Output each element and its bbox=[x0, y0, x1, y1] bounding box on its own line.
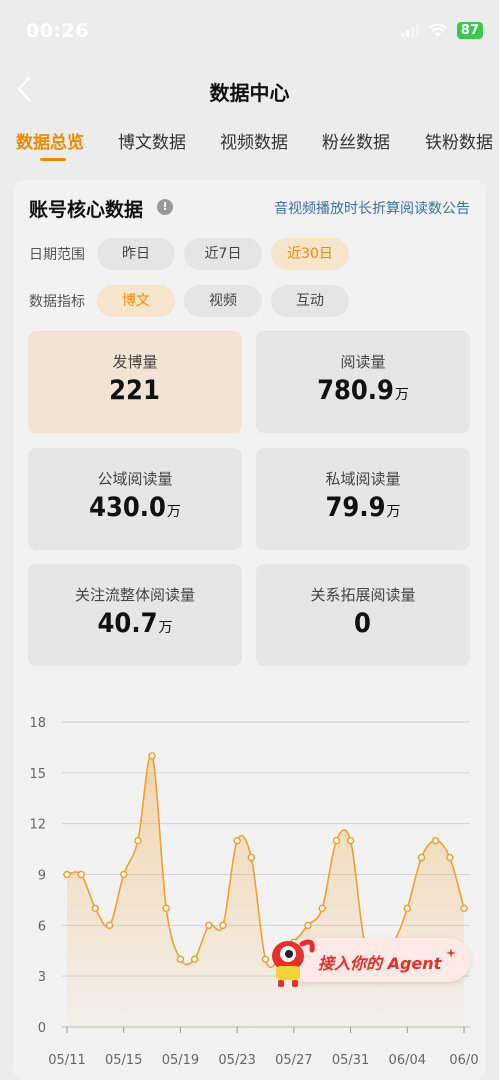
data-point bbox=[91, 904, 100, 913]
active-tab-indicator bbox=[40, 158, 66, 161]
x-tick-label: 05/27 bbox=[275, 1053, 312, 1068]
data-point bbox=[219, 921, 227, 930]
date-option-7days[interactable]: 近7日 bbox=[184, 238, 262, 270]
data-point bbox=[176, 955, 185, 963]
status-time: 00:26 bbox=[26, 20, 89, 42]
date-option-30days[interactable]: 近30日 bbox=[271, 238, 349, 270]
metric-value: 430.0万 bbox=[89, 492, 181, 523]
tab-fans-data[interactable]: 粉丝数据 bbox=[322, 128, 390, 153]
reads-trend-chart: 0 3 6 9 12 15 18 05/11 05/15 05/19 05/23 05/27 05/31… bbox=[29, 716, 478, 1068]
data-point bbox=[190, 955, 199, 963]
info-icon[interactable]: ! bbox=[157, 199, 173, 215]
metric-private-reads[interactable]: 私域阅读量 79.9万 bbox=[256, 448, 470, 550]
navigation-bar: 数据中心 bbox=[0, 64, 499, 116]
date-option-yesterday[interactable]: 昨日 bbox=[97, 238, 175, 270]
metric-public-reads[interactable]: 公域阅读量 430.0万 bbox=[28, 448, 242, 550]
y-tick-label: 18 bbox=[29, 716, 46, 731]
tab-iron-fans-data[interactable]: 铁粉数据 bbox=[425, 128, 493, 153]
data-point bbox=[162, 904, 170, 913]
data-point bbox=[417, 853, 426, 862]
tab-overview[interactable]: 数据总览 bbox=[16, 128, 84, 153]
metric-label: 私域阅读量 bbox=[325, 470, 401, 488]
metric-label: 阅读量 bbox=[340, 353, 386, 371]
data-point bbox=[233, 836, 241, 845]
x-tick-label: 05/31 bbox=[332, 1053, 369, 1068]
y-tick-label: 3 bbox=[38, 970, 46, 985]
indicator-option-interaction[interactable]: 互动 bbox=[271, 285, 349, 317]
agent-button[interactable]: 接入你的 Agent bbox=[262, 932, 472, 987]
y-tick-label: 12 bbox=[29, 818, 46, 833]
date-range-label: 日期范围 bbox=[29, 247, 85, 263]
data-point bbox=[105, 921, 114, 930]
indicator-option-post[interactable]: 博文 bbox=[97, 285, 175, 317]
metric-follow-feed-reads[interactable]: 关注流整体阅读量 40.7万 bbox=[28, 564, 242, 666]
data-point bbox=[134, 836, 142, 845]
tab-video-data[interactable]: 视频数据 bbox=[220, 128, 288, 153]
metric-value: 780.9万 bbox=[317, 375, 409, 406]
x-tick-label: 05/15 bbox=[105, 1053, 142, 1068]
x-tick-label: 05/11 bbox=[48, 1053, 85, 1068]
signal-icon bbox=[400, 24, 419, 37]
data-point bbox=[332, 836, 341, 845]
indicator-label: 数据指标 bbox=[29, 294, 85, 310]
data-point bbox=[318, 904, 326, 913]
metric-label: 公域阅读量 bbox=[97, 470, 173, 488]
sparkle-icon bbox=[446, 948, 456, 958]
data-point bbox=[431, 836, 440, 845]
data-point bbox=[446, 853, 454, 862]
metric-relation-reads[interactable]: 关系拓展阅读量 0 bbox=[256, 564, 470, 666]
metric-value: 79.9万 bbox=[325, 492, 401, 523]
data-point bbox=[247, 853, 256, 862]
metric-value: 40.7万 bbox=[97, 608, 173, 639]
metric-posts[interactable]: 发博量 221 bbox=[28, 331, 242, 433]
indicator-option-video[interactable]: 视频 bbox=[184, 285, 262, 317]
page-title: 数据中心 bbox=[209, 81, 290, 105]
tab-bar: 数据总览 博文数据 视频数据 粉丝数据 铁粉数据 bbox=[0, 122, 499, 162]
battery-indicator: 87 bbox=[456, 22, 483, 39]
data-point bbox=[119, 870, 128, 879]
x-tick-label: 06/0 bbox=[449, 1053, 478, 1068]
data-point bbox=[148, 752, 156, 760]
y-tick-label: 9 bbox=[38, 869, 46, 884]
x-tick-label: 06/04 bbox=[389, 1053, 426, 1068]
data-point bbox=[77, 870, 85, 879]
x-tick-label: 05/23 bbox=[218, 1053, 255, 1068]
data-point bbox=[63, 870, 71, 879]
wifi-icon bbox=[429, 23, 447, 37]
data-point bbox=[304, 921, 312, 930]
x-tick-label: 05/19 bbox=[162, 1053, 199, 1068]
metric-label: 关系拓展阅读量 bbox=[310, 586, 416, 604]
y-tick-label: 6 bbox=[38, 919, 46, 934]
metric-label: 发博量 bbox=[112, 353, 158, 371]
metric-reads[interactable]: 阅读量 780.9万 bbox=[256, 331, 470, 433]
data-point bbox=[205, 921, 213, 930]
mascot-icon bbox=[272, 939, 315, 987]
data-point bbox=[346, 836, 355, 845]
metric-value: 221 bbox=[109, 375, 160, 406]
status-bar: 00:26 87 bbox=[0, 0, 499, 64]
metric-label: 关注流整体阅读量 bbox=[74, 586, 195, 604]
metric-value: 0 bbox=[354, 608, 371, 639]
data-point bbox=[403, 904, 412, 913]
y-tick-label: 0 bbox=[38, 1021, 46, 1036]
notice-link[interactable]: 音视频播放时长折算阅读数公告 bbox=[274, 198, 470, 218]
status-icons: 87 bbox=[400, 22, 483, 39]
card-title: 账号核心数据 bbox=[29, 199, 144, 221]
tab-post-data[interactable]: 博文数据 bbox=[118, 128, 186, 153]
agent-button-label: 接入你的 Agent bbox=[318, 954, 442, 973]
y-tick-label: 15 bbox=[29, 767, 46, 782]
data-point bbox=[460, 904, 468, 913]
